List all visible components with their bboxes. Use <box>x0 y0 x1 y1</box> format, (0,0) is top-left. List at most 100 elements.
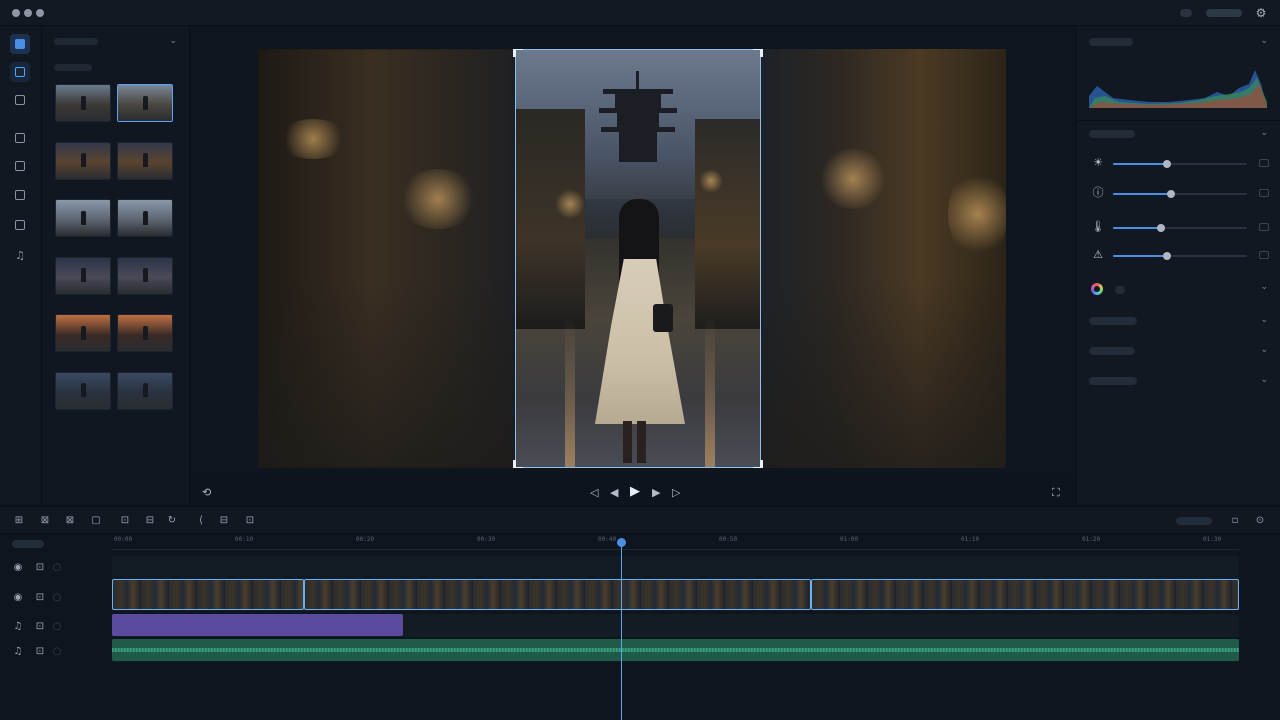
brightness-slider[interactable] <box>1113 160 1247 168</box>
slider-knob[interactable] <box>1166 190 1175 198</box>
close-window-button[interactable] <box>12 9 20 17</box>
select-tool-icon[interactable]: ⊞ <box>12 514 26 528</box>
chevron-down-icon[interactable]: ⌄ <box>1260 345 1268 355</box>
reverse-tool-icon[interactable]: ↻ <box>165 514 179 528</box>
minimize-window-button[interactable] <box>24 9 32 17</box>
video-clip[interactable] <box>810 579 1239 610</box>
trim-tool-icon[interactable]: ⊠ <box>63 514 77 528</box>
section-label-placeholder <box>54 64 92 71</box>
split-tool-icon[interactable]: ⊠ <box>38 514 52 528</box>
media-thumbnail[interactable] <box>55 199 111 237</box>
freeze-tool-icon[interactable]: ⊡ <box>243 514 257 528</box>
undo-icon[interactable]: ⟨ <box>194 514 208 528</box>
ruler-tick: 01:20 <box>1082 536 1101 543</box>
crop-box[interactable] <box>515 49 761 468</box>
video-clip[interactable] <box>303 579 811 610</box>
zoom-out-icon[interactable]: ▫ <box>1228 514 1242 528</box>
playhead[interactable] <box>621 540 622 720</box>
mirror-tool-icon[interactable]: ⊟ <box>217 514 231 528</box>
mute-icon[interactable]: ○ <box>50 591 64 605</box>
media-thumbnail[interactable] <box>117 256 173 295</box>
music-icon[interactable]: ♫ <box>10 245 30 265</box>
reset-icon[interactable] <box>1259 159 1269 167</box>
templates-icon[interactable] <box>10 215 30 235</box>
loop-icon[interactable]: ⟲ <box>202 486 211 499</box>
crop-handle-bottom-right[interactable] <box>753 460 763 468</box>
toggle-switch[interactable] <box>1206 9 1242 17</box>
chevron-down-icon[interactable]: ⌄ <box>169 36 177 46</box>
media-thumbnail[interactable] <box>117 371 173 410</box>
chevron-down-icon[interactable]: ⌄ <box>1260 375 1268 385</box>
next-frame-button[interactable]: ▷ <box>672 486 680 499</box>
slider-knob[interactable] <box>1157 224 1166 232</box>
audio-clip-voice[interactable] <box>112 639 1239 661</box>
media-thumbnail[interactable] <box>55 84 111 122</box>
eye-icon[interactable]: ◉ <box>11 591 25 605</box>
playhead-handle[interactable] <box>617 538 626 547</box>
preview-frame <box>258 49 1006 468</box>
media-thumbnail[interactable] <box>117 141 173 180</box>
chevron-down-icon[interactable]: ⌄ <box>1260 282 1268 292</box>
play-button[interactable]: ▶ <box>630 484 640 499</box>
media-thumbnail[interactable] <box>117 199 173 237</box>
video-clip[interactable] <box>112 579 304 610</box>
track-header: ♫ ⊡ ○ <box>0 642 110 662</box>
temperature-slider[interactable] <box>1113 224 1247 232</box>
media-thumbnail[interactable] <box>55 256 111 295</box>
eye-icon[interactable]: ◉ <box>11 561 25 575</box>
reset-icon[interactable] <box>1259 223 1269 231</box>
crop-handle-bottom-left[interactable] <box>513 460 523 468</box>
step-forward-button[interactable]: ▶ <box>652 486 660 499</box>
media-thumbnail[interactable] <box>55 314 111 352</box>
speed-tool-icon[interactable]: ⊟ <box>143 514 157 528</box>
transitions-icon[interactable] <box>10 156 30 176</box>
crop-handle-top-left[interactable] <box>513 49 523 57</box>
audio-clip-music[interactable] <box>112 614 403 636</box>
fit-timeline-icon[interactable]: ⊙ <box>1253 514 1267 528</box>
chevron-down-icon[interactable]: ⌄ <box>1260 36 1268 46</box>
maximize-window-button[interactable] <box>36 9 44 17</box>
mute-icon[interactable]: ○ <box>50 645 64 659</box>
music-icon[interactable]: ♫ <box>11 645 25 659</box>
slider-knob[interactable] <box>1162 252 1171 260</box>
temperature-icon: 🌡 <box>1091 220 1105 233</box>
highlights-slider[interactable] <box>1113 252 1247 260</box>
ruler-tick: 00:50 <box>719 536 738 543</box>
chevron-down-icon[interactable]: ⌄ <box>1260 315 1268 325</box>
waveform <box>112 648 1239 652</box>
lock-icon[interactable]: ⊡ <box>33 620 47 634</box>
fullscreen-icon[interactable]: ⛶ <box>1052 486 1060 500</box>
text-icon[interactable] <box>10 90 30 110</box>
gear-icon[interactable]: ⚙ <box>1254 6 1268 20</box>
panel-header-placeholder <box>54 38 98 45</box>
video-track <box>112 579 1239 611</box>
music-icon[interactable]: ♫ <box>11 620 25 634</box>
lock-icon[interactable]: ⊡ <box>33 645 47 659</box>
lock-icon[interactable]: ⊡ <box>33 591 47 605</box>
transform-tool-icon[interactable]: ⊡ <box>118 514 132 528</box>
step-back-button[interactable]: ◀ <box>610 486 618 499</box>
contrast-slider[interactable] <box>1113 190 1247 198</box>
media-icon[interactable] <box>10 34 30 54</box>
lock-icon[interactable]: ⊡ <box>33 561 47 575</box>
prev-frame-button[interactable]: ◁ <box>590 486 598 499</box>
mute-icon[interactable]: ○ <box>50 620 64 634</box>
time-ruler[interactable]: 00:00 00:10 00:20 00:30 00:40 00:50 01:00 01:10… <box>112 534 1239 550</box>
project-icon[interactable] <box>10 62 30 82</box>
crop-handle-top-right[interactable] <box>753 49 763 57</box>
reset-icon[interactable] <box>1259 251 1269 259</box>
crop-tool-icon[interactable]: ▢ <box>89 514 103 528</box>
slider-knob[interactable] <box>1162 160 1171 168</box>
reset-icon[interactable] <box>1259 189 1269 197</box>
media-thumbnail[interactable] <box>55 371 111 410</box>
effects-icon[interactable] <box>10 128 30 148</box>
color-wheel-icon[interactable] <box>1091 283 1103 295</box>
timecode-placeholder <box>12 540 44 548</box>
mute-icon[interactable]: ○ <box>50 561 64 575</box>
chevron-down-icon[interactable]: ⌄ <box>1260 128 1268 138</box>
media-thumbnail[interactable] <box>55 141 111 180</box>
color-toggle[interactable] <box>1115 286 1125 294</box>
media-thumbnail[interactable] <box>117 314 173 352</box>
media-thumbnail[interactable] <box>117 84 173 122</box>
stickers-icon[interactable] <box>10 185 30 205</box>
